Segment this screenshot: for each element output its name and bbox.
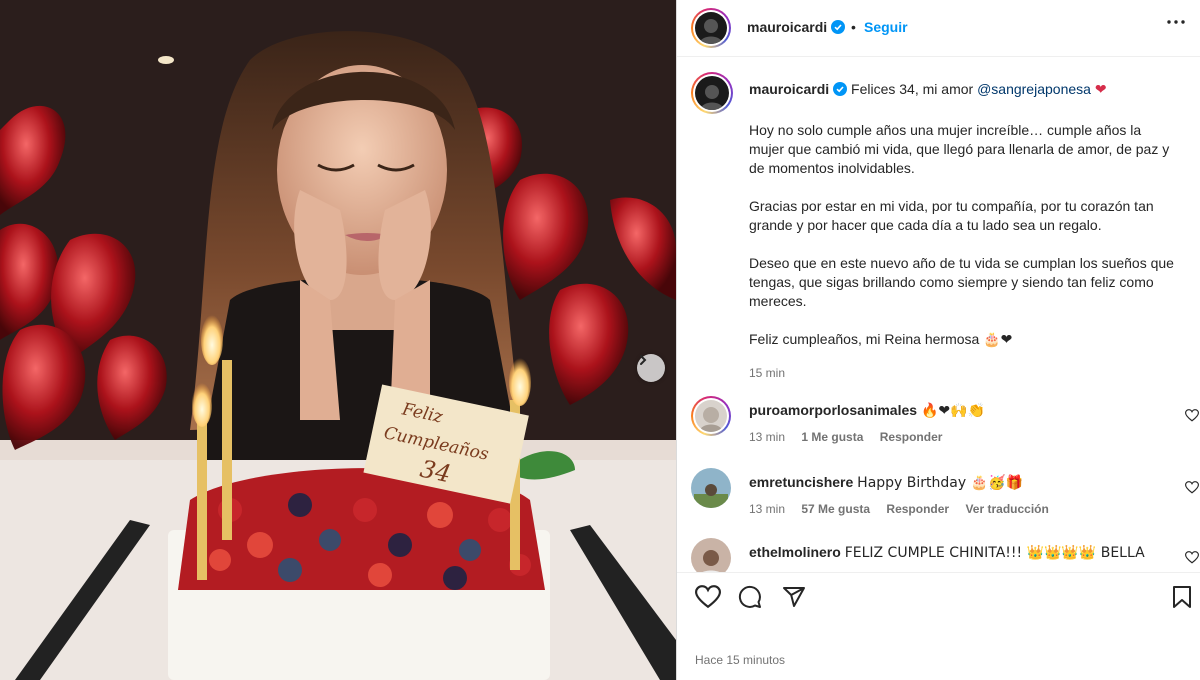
heart-emoji: ❤ — [1094, 82, 1107, 98]
more-options-icon[interactable] — [1167, 20, 1185, 24]
post-photo: Feliz Cumpleaños 34 — [0, 0, 676, 680]
next-photo-button[interactable] — [637, 354, 665, 382]
header-separator: • — [851, 19, 856, 35]
comment-reply-button[interactable]: Responder — [886, 502, 949, 516]
comment-time[interactable]: 13 min — [749, 502, 785, 516]
follow-button[interactable]: Seguir — [864, 19, 908, 35]
comment-username[interactable]: puroamorporlosanimales — [749, 402, 917, 418]
comment-item: puroamorporlosanimales 🔥❤🙌👏 13 min 1 Me … — [691, 396, 1200, 446]
post-timestamp[interactable]: Hace 15 minutos — [695, 653, 785, 667]
bookmark-icon[interactable] — [1171, 585, 1193, 609]
comment-text: Happy Birthday 🎂🥳🎁 — [857, 475, 1023, 491]
post-header: mauroicardi • Seguir — [677, 0, 1200, 57]
comment-icon[interactable] — [737, 585, 763, 609]
comment-likes[interactable]: 57 Me gusta — [801, 502, 870, 516]
caption-avatar[interactable] — [691, 72, 733, 114]
caption-paragraph: Feliz cumpleaños, mi Reina hermosa 🎂❤ — [749, 331, 1013, 347]
caption-mention[interactable]: @sangrejaponesa — [977, 81, 1091, 97]
comment-heart-icon[interactable] — [1185, 409, 1199, 422]
verified-badge-icon — [833, 82, 848, 96]
comment-heart-icon[interactable] — [1185, 481, 1199, 494]
caption-username[interactable]: mauroicardi — [749, 81, 829, 97]
caption-paragraph: Deseo que en este nuevo año de tu vida s… — [749, 255, 1174, 309]
comment-username[interactable]: emretuncishere — [749, 474, 853, 490]
comment-text: FELIZ CUMPLE CHINITA!!! 👑👑👑👑 BELLA — [844, 545, 1145, 561]
comment-text: 🔥❤🙌👏 — [920, 403, 985, 419]
caption-time[interactable]: 15 min — [749, 364, 1179, 383]
comment-item: emretuncishere Happy Birthday 🎂🥳🎁 13 min… — [691, 468, 1200, 518]
caption-paragraph: Hoy no solo cumple años una mujer increí… — [749, 122, 1170, 176]
comment-translate-button[interactable]: Ver traducción — [965, 502, 1048, 516]
post-actions-bar: Hace 15 minutos — [677, 572, 1200, 680]
comment-reply-button[interactable]: Responder — [880, 430, 943, 444]
verified-badge-icon — [831, 20, 846, 34]
commenter-avatar[interactable] — [691, 396, 731, 436]
header-username[interactable]: mauroicardi — [747, 19, 827, 35]
heart-icon[interactable] — [695, 585, 721, 609]
comment-heart-icon[interactable] — [1185, 551, 1199, 564]
caption-paragraph: Gracias por estar en mi vida, por tu com… — [749, 198, 1154, 233]
caption-first-line: Felices 34, mi amor — [851, 81, 974, 97]
commenter-avatar[interactable] — [691, 468, 731, 508]
comment-likes[interactable]: 1 Me gusta — [801, 430, 863, 444]
birthday-photo-illustration: Feliz Cumpleaños 34 — [0, 0, 676, 680]
comment-username[interactable]: ethelmolinero — [749, 544, 841, 560]
comment-time[interactable]: 13 min — [749, 430, 785, 444]
chevron-right-icon — [640, 355, 647, 365]
post-side-panel: mauroicardi • Seguir mauroicardi Felices… — [676, 0, 1200, 680]
share-icon[interactable] — [781, 585, 807, 609]
author-avatar[interactable] — [691, 8, 731, 48]
